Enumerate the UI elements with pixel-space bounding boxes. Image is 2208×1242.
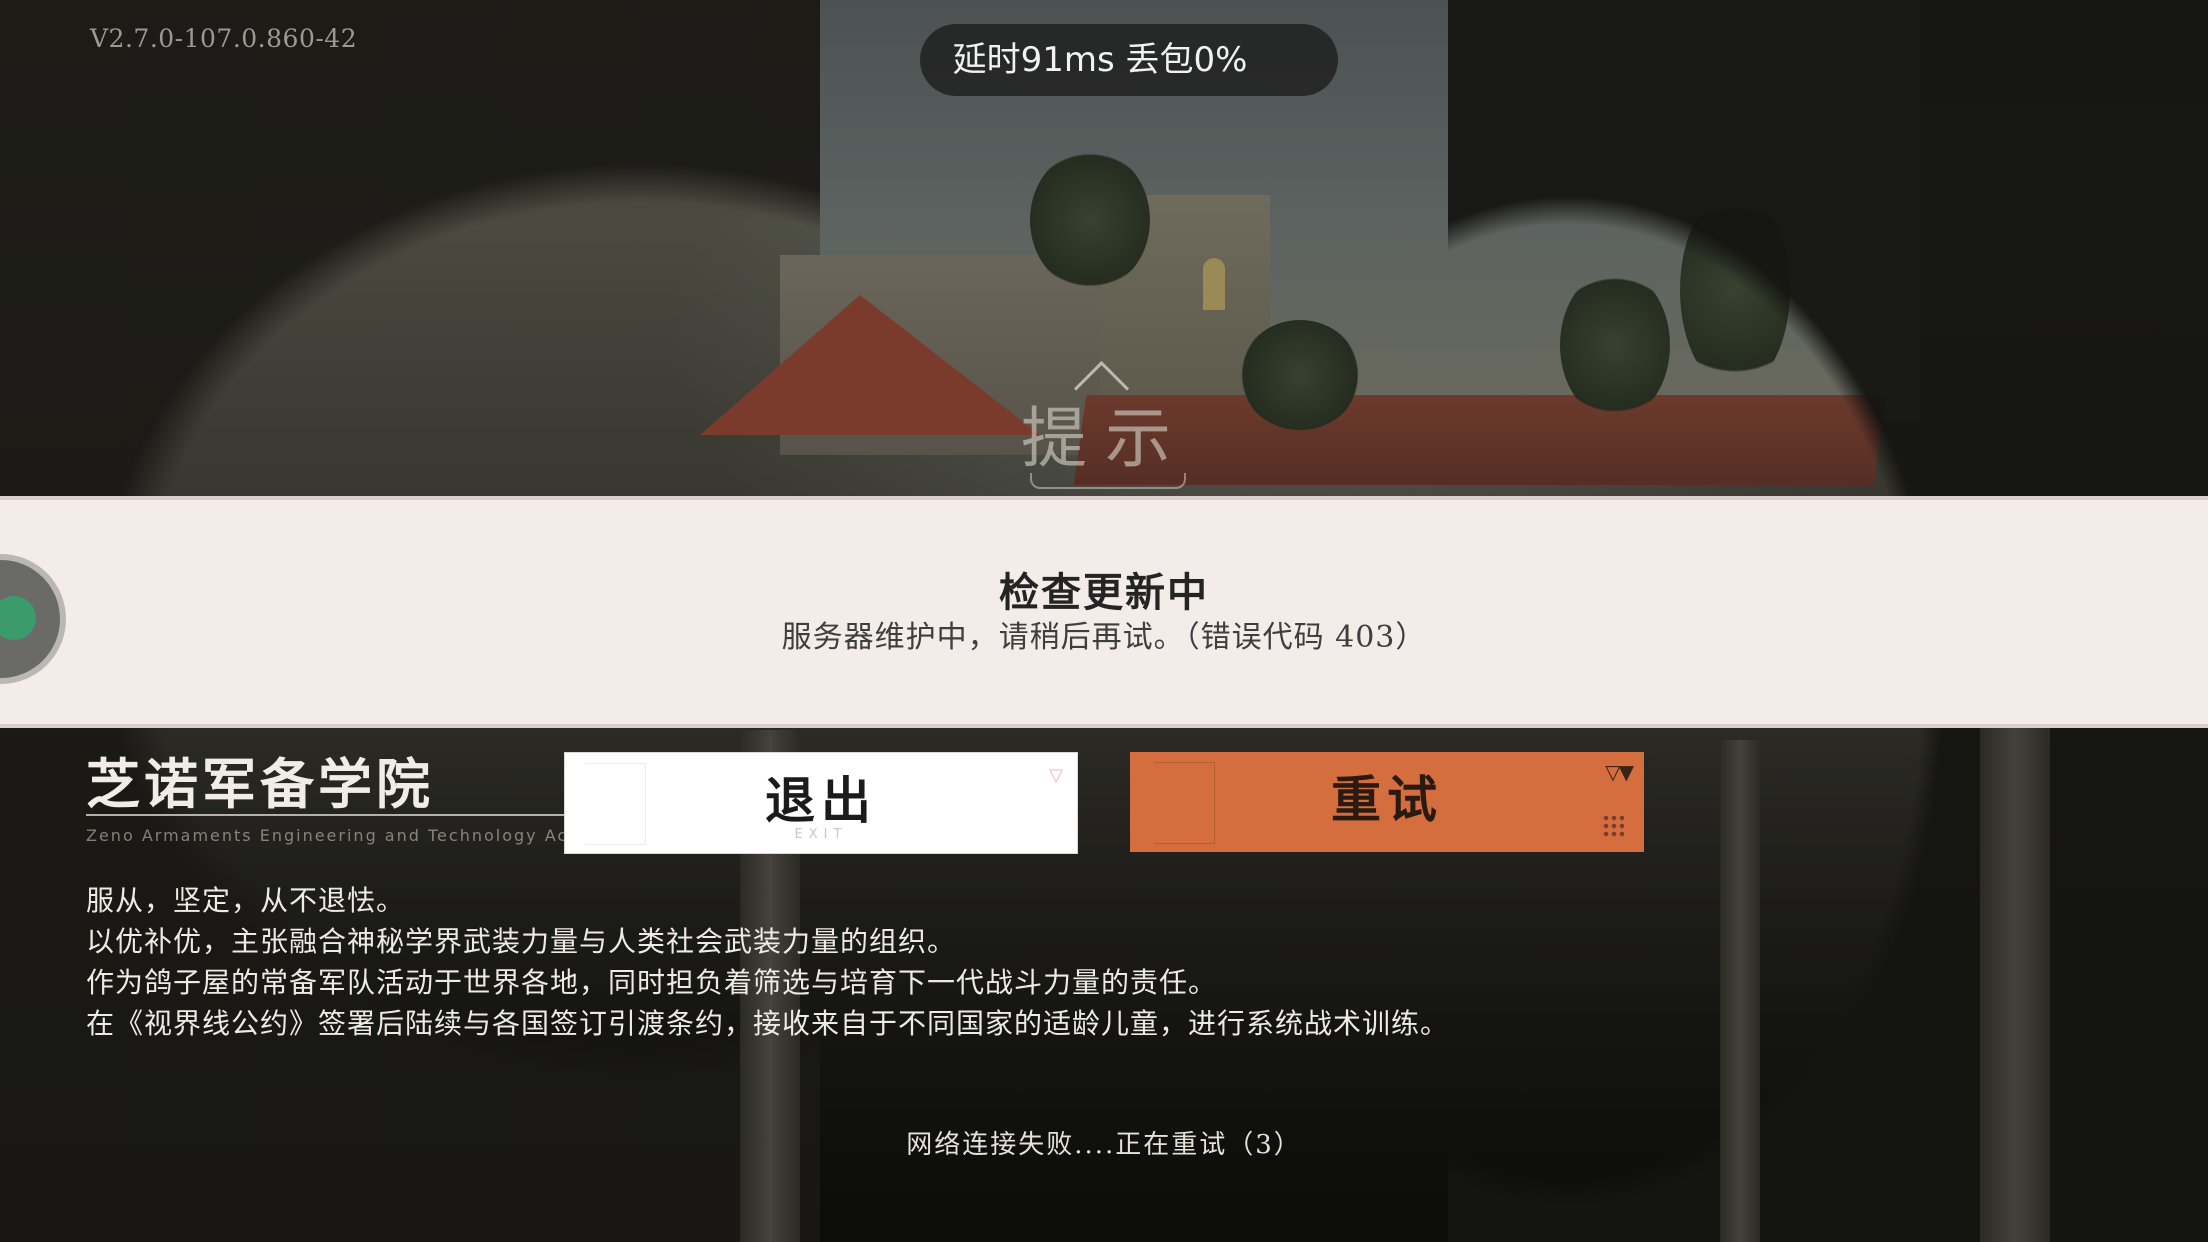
academy-line: 服从，坚定，从不退怯。 bbox=[86, 884, 406, 917]
dialog-title: 提示 bbox=[1021, 400, 1189, 477]
background-tree bbox=[1030, 150, 1150, 290]
background-tree bbox=[1240, 320, 1360, 430]
academy-english-name: Zeno Armaments Engineering and Technolog… bbox=[86, 826, 634, 845]
academy-line: 以优补优，主张融合神秘学界武装力量与人类社会武装力量的组织。 bbox=[86, 925, 957, 958]
game-screen: V2.7.0-107.0.860-42 延时91ms 丢包0% 提示 检查更新中… bbox=[0, 0, 2208, 1242]
academy-name: 芝诺军备学院 bbox=[86, 752, 434, 816]
background-pillar bbox=[1980, 720, 2050, 1242]
dialog-heading: 检查更新中 bbox=[999, 569, 1209, 616]
dot-grid-icon bbox=[1602, 814, 1626, 838]
triangle-marker-icon: ▽ bbox=[1049, 765, 1063, 786]
retry-button-label: 重试 bbox=[1331, 770, 1443, 829]
dialog-title-block: 提示 bbox=[1020, 355, 1190, 495]
exit-button-sublabel: EXIT bbox=[794, 827, 848, 842]
background-tower-window bbox=[1203, 258, 1225, 310]
double-triangle-marker-icon: ▽▼ bbox=[1605, 760, 1634, 784]
version-label: V2.7.0-107.0.860-42 bbox=[90, 24, 358, 53]
connection-status: 网络连接失败....正在重试（3） bbox=[906, 1130, 1302, 1160]
academy-description: 服从，坚定，从不退怯。 以优补优，主张融合神秘学界武装力量与人类社会武装力量的组… bbox=[86, 880, 1686, 1044]
dialog-title-underline bbox=[1030, 473, 1186, 489]
academy-line: 作为鸽子屋的常备军队活动于世界各地，同时担负着筛选与培育下一代战斗力量的责任。 bbox=[86, 966, 1218, 999]
academy-line: 在《视界线公约》签署后陆续与各国签订引渡条约，接收来自于不同国家的适龄儿童，进行… bbox=[86, 1007, 1450, 1040]
floating-assistant-dot bbox=[0, 596, 36, 640]
dialog-message: 服务器维护中，请稍后再试。（错误代码 403） bbox=[781, 620, 1427, 655]
retry-button[interactable]: 重试 ▽▼ bbox=[1130, 752, 1644, 852]
exit-button-label: 退出 bbox=[765, 771, 877, 830]
academy-divider bbox=[86, 814, 566, 816]
background-pillar bbox=[1720, 740, 1760, 1242]
exit-button[interactable]: 退出 EXIT ▽ bbox=[564, 752, 1078, 854]
network-status-pill: 延时91ms 丢包0% bbox=[920, 24, 1338, 96]
network-status-text: 延时91ms 丢包0% bbox=[952, 40, 1248, 80]
